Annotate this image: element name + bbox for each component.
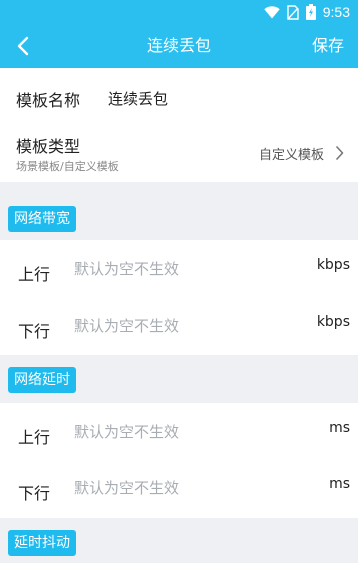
template-type-sublabel: 场景模板/自定义模板 [16, 160, 119, 173]
latency-down-unit: ms [329, 476, 350, 492]
section-header-jitter: 延时抖动 [8, 530, 76, 556]
bandwidth-down-unit: kbps [316, 314, 350, 330]
latency-up-input[interactable] [74, 420, 294, 444]
bandwidth-down-label: 下行 [18, 322, 51, 341]
bandwidth-card: 上行 kbps 下行 kbps [0, 240, 358, 355]
template-type-row[interactable]: 模板类型 场景模板/自定义模板 自定义模板 [0, 124, 358, 182]
status-icons: 9:53 [264, 3, 350, 21]
section-header-bandwidth: 网络带宽 [8, 206, 76, 232]
latency-down-input[interactable] [74, 476, 294, 500]
latency-up-unit: ms [329, 420, 350, 436]
wifi-icon [264, 5, 280, 18]
template-name-field[interactable]: 连续丢包 [108, 88, 168, 109]
latency-up-label: 上行 [18, 428, 51, 447]
template-name-label: 模板名称 [16, 91, 81, 110]
chevron-right-icon [336, 146, 344, 160]
bandwidth-up-input[interactable] [74, 257, 294, 281]
sim-icon [287, 4, 299, 20]
bandwidth-down-input[interactable] [74, 314, 294, 338]
status-bar: 9:53 [0, 0, 358, 24]
latency-down-label: 下行 [18, 484, 51, 503]
bandwidth-up-unit: kbps [316, 257, 350, 273]
battery-icon [305, 4, 316, 20]
template-info-card: 模板名称 连续丢包 模板类型 场景模板/自定义模板 自定义模板 [0, 68, 358, 182]
status-time: 9:53 [322, 4, 350, 20]
bandwidth-up-label: 上行 [18, 265, 51, 284]
app-bar: 连续丢包 保存 [0, 24, 358, 68]
page-title: 连续丢包 [146, 36, 211, 55]
section-header-latency: 网络延时 [8, 367, 76, 393]
template-type-value: 自定义模板 [258, 148, 324, 163]
template-type-label: 模板类型 [16, 137, 81, 156]
save-button[interactable]: 保存 [312, 35, 344, 57]
latency-card: 上行 ms 下行 ms [0, 403, 358, 518]
